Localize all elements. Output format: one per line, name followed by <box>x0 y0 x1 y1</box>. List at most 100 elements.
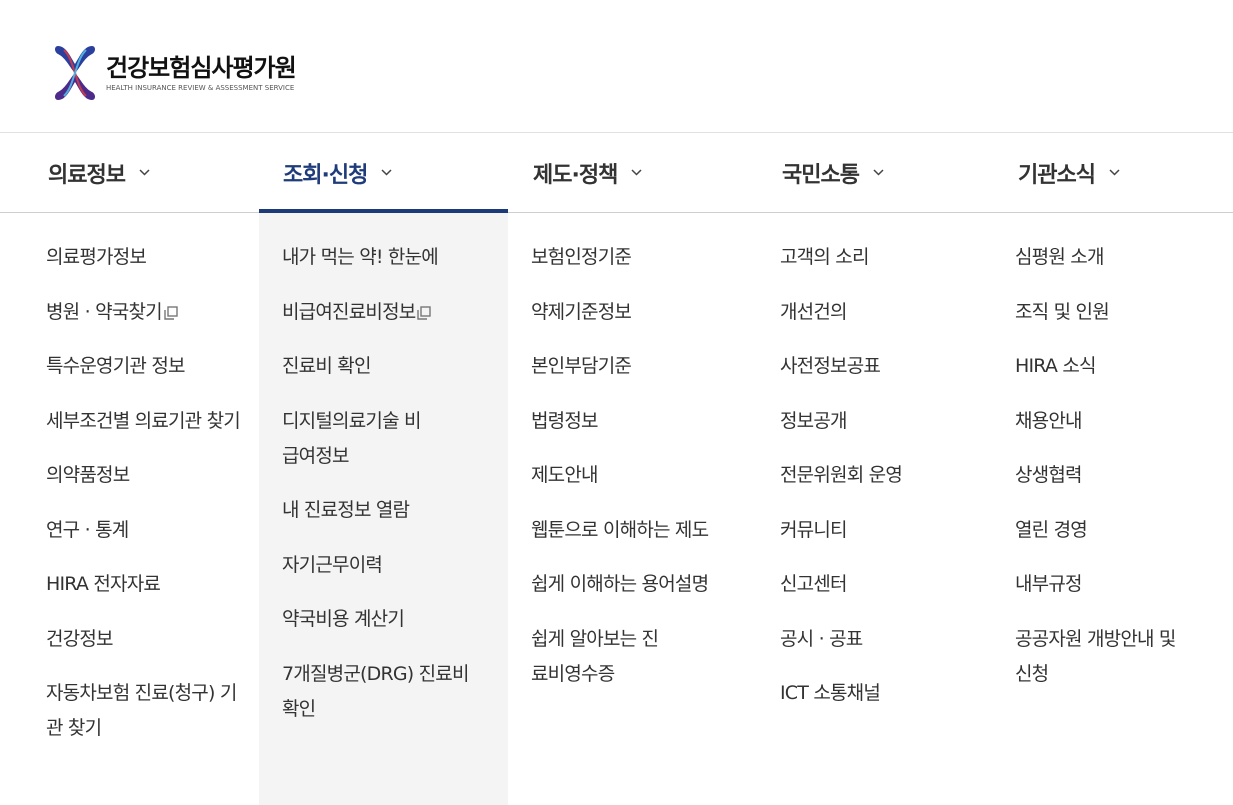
hira-logo-icon <box>55 46 95 100</box>
menu-item-label: 채용안내 <box>1015 409 1083 432</box>
menu-item[interactable]: 연구 · 통계 <box>46 513 246 548</box>
menu-item[interactable]: 고객의 소리 <box>780 240 980 275</box>
menu-item[interactable]: 본인부담기준 <box>531 349 731 384</box>
menu-item-label: 연구 · 통계 <box>46 518 129 541</box>
menu-item[interactable]: HIRA 소식 <box>1015 349 1215 384</box>
menu-item-label: HIRA 전자자료 <box>46 573 161 595</box>
site-logo[interactable]: 건강보험심사평가원 HEALTH INSURANCE REVIEW & ASSE… <box>52 42 297 104</box>
menu-item-label: 공시 · 공표 <box>780 627 863 650</box>
menu-item[interactable]: 특수운영기관 정보 <box>46 349 246 384</box>
menu-item[interactable]: HIRA 전자자료 <box>46 567 246 602</box>
menu-item-label: 상생협력 <box>1015 464 1083 486</box>
nav-label: 조회·신청 <box>283 162 368 188</box>
menu-item[interactable]: 병원 · 약국찾기 <box>46 295 246 330</box>
menu-item-label: ICT 소통채널 <box>780 682 881 704</box>
chevron-down-icon <box>873 169 884 176</box>
menu-item-label: 내 진료정보 열람 <box>282 499 410 521</box>
menu-column-agency-news: 심평원 소개 조직 및 인원 HIRA 소식 채용안내 상생협력 열린 경영 내… <box>1015 240 1215 711</box>
menu-item[interactable]: 내 진료정보 열람 <box>282 493 482 528</box>
menu-item[interactable]: 법령정보 <box>531 404 731 439</box>
main-nav: 의료정보 조회·신청 제도·정책 국민소통 기관소식 <box>0 133 1233 213</box>
menu-item-label: 개선건의 <box>780 300 848 323</box>
menu-item[interactable]: 쉽게 이해하는 용어설명 <box>531 567 731 602</box>
menu-item[interactable]: 비급여진료비정보 <box>282 295 482 330</box>
menu-item-label: 내가 먹는 약! 한눈에 <box>282 246 439 268</box>
menu-item-label: 세부조건별 의료기관 찾기 <box>46 409 241 432</box>
menu-item[interactable]: 신고센터 <box>780 567 980 602</box>
menu-item-label: 공공자원 개방안내 및 신청 <box>1015 627 1176 685</box>
logo-english-text: HEALTH INSURANCE REVIEW & ASSESSMENT SER… <box>106 83 295 92</box>
menu-item-label: 쉽게 알아보는 진료비영수증 <box>531 627 659 685</box>
menu-column-public-communication: 고객의 소리 개선건의 사전정보공표 정보공개 전문위원회 운영 커뮤니티 신고… <box>780 240 980 731</box>
menu-item[interactable]: 정보공개 <box>780 404 980 439</box>
menu-column-inquiry-apply: 내가 먹는 약! 한눈에 비급여진료비정보 진료비 확인 디지털의료기술 비급여… <box>282 240 482 746</box>
menu-item[interactable]: 약제기준정보 <box>531 295 731 330</box>
nav-agency-news[interactable]: 기관소식 <box>1018 133 1120 212</box>
menu-item[interactable]: 전문위원회 운영 <box>780 458 980 493</box>
menu-item-label: 보험인정기준 <box>531 246 632 268</box>
menu-item[interactable]: 웹툰으로 이해하는 제도 <box>531 513 731 548</box>
menu-item-label: 약제기준정보 <box>531 300 632 323</box>
chevron-down-icon <box>1109 169 1120 176</box>
menu-item-label: 디지털의료기술 비급여정보 <box>282 409 421 467</box>
menu-item[interactable]: 디지털의료기술 비급여정보 <box>282 404 422 474</box>
nav-label: 의료정보 <box>48 162 126 188</box>
menu-item[interactable]: 열린 경영 <box>1015 513 1215 548</box>
nav-label: 제도·정책 <box>533 162 618 188</box>
nav-inquiry-apply[interactable]: 조회·신청 <box>283 133 392 212</box>
menu-item-label: 7개질병군(DRG) 진료비 확인 <box>282 662 469 720</box>
menu-item-label: 사전정보공표 <box>780 355 881 377</box>
menu-item[interactable]: 사전정보공표 <box>780 349 980 384</box>
menu-item-label: 전문위원회 운영 <box>780 464 903 486</box>
menu-item[interactable]: 자동차보험 진료(청구) 기관 찾기 <box>46 676 246 746</box>
new-window-icon <box>164 305 178 320</box>
menu-item-label: 법령정보 <box>531 409 599 432</box>
menu-item-label: 의약품정보 <box>46 464 130 486</box>
menu-item-label: 특수운영기관 정보 <box>46 355 185 377</box>
menu-item[interactable]: 세부조건별 의료기관 찾기 <box>46 404 246 439</box>
menu-item[interactable]: 제도안내 <box>531 458 731 493</box>
menu-item[interactable]: 조직 및 인원 <box>1015 295 1215 330</box>
new-window-icon <box>417 305 432 320</box>
menu-item-label: 제도안내 <box>531 464 599 486</box>
menu-item-label: 쉽게 이해하는 용어설명 <box>531 573 709 595</box>
menu-item-label: 심평원 소개 <box>1015 246 1104 268</box>
menu-item[interactable]: 약국비용 계산기 <box>282 602 482 637</box>
nav-public-communication[interactable]: 국민소통 <box>782 133 884 212</box>
menu-item-label: 본인부담기준 <box>531 355 632 377</box>
menu-item[interactable]: 자기근무이력 <box>282 548 482 583</box>
menu-item-label: 비급여진료비정보 <box>282 300 416 323</box>
menu-item[interactable]: ICT 소통채널 <box>780 676 980 711</box>
menu-item[interactable]: 개선건의 <box>780 295 980 330</box>
menu-item-label: 조직 및 인원 <box>1015 300 1110 323</box>
menu-item-label: 의료평가정보 <box>46 246 147 268</box>
menu-item[interactable]: 건강정보 <box>46 622 246 657</box>
menu-item[interactable]: 의료평가정보 <box>46 240 246 275</box>
menu-item-label: HIRA 소식 <box>1015 355 1097 377</box>
menu-item-label: 내부규정 <box>1015 573 1083 595</box>
menu-item[interactable]: 내가 먹는 약! 한눈에 <box>282 240 482 275</box>
menu-item[interactable]: 보험인정기준 <box>531 240 731 275</box>
menu-item-label: 병원 · 약국찾기 <box>46 300 163 323</box>
menu-item-label: 정보공개 <box>780 409 848 432</box>
logo-korean-text: 건강보험심사평가원 <box>106 53 297 82</box>
active-tab-indicator <box>259 209 508 213</box>
nav-medical-info[interactable]: 의료정보 <box>48 133 150 212</box>
menu-item-label: 자동차보험 진료(청구) 기관 찾기 <box>46 682 237 739</box>
menu-item[interactable]: 채용안내 <box>1015 404 1215 439</box>
menu-item[interactable]: 진료비 확인 <box>282 349 482 384</box>
menu-item[interactable]: 의약품정보 <box>46 458 246 493</box>
menu-item[interactable]: 공시 · 공표 <box>780 622 980 657</box>
menu-item[interactable]: 심평원 소개 <box>1015 240 1215 275</box>
menu-item[interactable]: 상생협력 <box>1015 458 1215 493</box>
menu-item-label: 커뮤니티 <box>780 518 848 541</box>
nav-system-policy[interactable]: 제도·정책 <box>533 133 642 212</box>
nav-label: 기관소식 <box>1018 162 1096 188</box>
menu-item[interactable]: 공공자원 개방안내 및 신청 <box>1015 622 1195 692</box>
nav-label: 국민소통 <box>782 162 860 188</box>
menu-item[interactable]: 커뮤니티 <box>780 513 980 548</box>
menu-item[interactable]: 쉽게 알아보는 진료비영수증 <box>531 622 661 692</box>
menu-item[interactable]: 7개질병군(DRG) 진료비 확인 <box>282 657 482 727</box>
menu-item[interactable]: 내부규정 <box>1015 567 1215 602</box>
menu-column-system-policy: 보험인정기준 약제기준정보 본인부담기준 법령정보 제도안내 웹툰으로 이해하는… <box>531 240 731 711</box>
